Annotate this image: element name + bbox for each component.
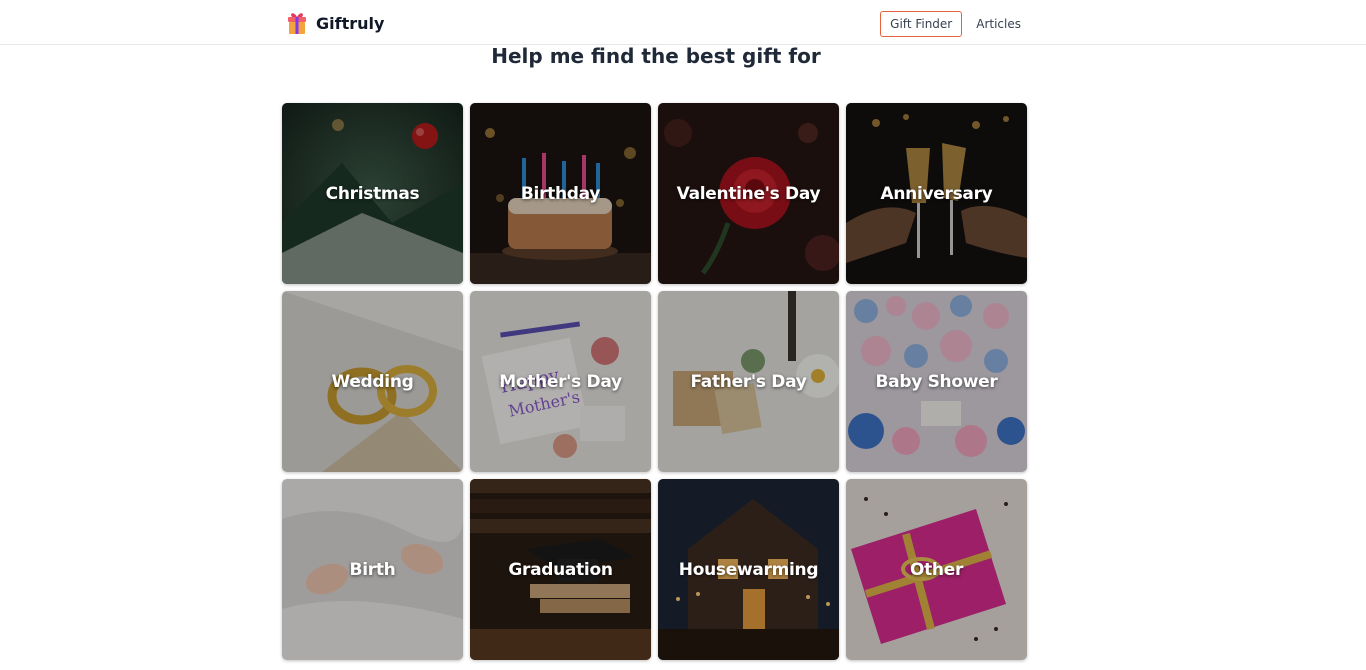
occasion-card-mothers-day[interactable]: Happy Mother's Mother's Day xyxy=(470,291,651,472)
occasion-card-baby-shower[interactable]: Baby Shower xyxy=(846,291,1027,472)
occasion-label: Anniversary xyxy=(880,183,993,204)
occasion-label: Christmas xyxy=(325,183,420,204)
occasion-label: Mother's Day xyxy=(499,371,622,392)
articles-link[interactable]: Articles xyxy=(976,17,1021,31)
nav-links: Gift Finder Articles xyxy=(880,11,1021,37)
occasion-label: Birth xyxy=(349,559,396,580)
occasion-card-fathers-day[interactable]: Father's Day xyxy=(658,291,839,472)
occasion-grid: Christmas Birthday Valentine's Day Anniv… xyxy=(282,103,1027,660)
occasion-card-birth[interactable]: Birth xyxy=(282,479,463,660)
occasion-label: Valentine's Day xyxy=(676,183,821,204)
occasion-label: Other xyxy=(909,559,964,580)
occasion-card-valentines-day[interactable]: Valentine's Day xyxy=(658,103,839,284)
occasion-label: Housewarming xyxy=(678,559,819,580)
page-title: Help me find the best gift for xyxy=(491,44,821,68)
gift-icon xyxy=(288,13,306,34)
occasion-label: Father's Day xyxy=(690,371,807,392)
occasion-label: Wedding xyxy=(331,371,414,392)
brand-logo[interactable]: Giftruly xyxy=(286,10,384,36)
occasion-card-other[interactable]: Other xyxy=(846,479,1027,660)
top-navbar: Giftruly Gift Finder Articles xyxy=(0,0,1366,45)
occasion-card-graduation[interactable]: Graduation xyxy=(470,479,651,660)
occasion-card-birthday[interactable]: Birthday xyxy=(470,103,651,284)
occasion-card-anniversary[interactable]: Anniversary xyxy=(846,103,1027,284)
brand-name: Giftruly xyxy=(316,13,385,33)
occasion-card-christmas[interactable]: Christmas xyxy=(282,103,463,284)
occasion-card-housewarming[interactable]: Housewarming xyxy=(658,479,839,660)
gift-finder-button[interactable]: Gift Finder xyxy=(880,11,963,37)
occasion-label: Birthday xyxy=(520,183,601,204)
occasion-card-wedding[interactable]: Wedding xyxy=(282,291,463,472)
occasion-label: Baby Shower xyxy=(875,371,998,392)
occasion-label: Graduation xyxy=(508,559,613,580)
